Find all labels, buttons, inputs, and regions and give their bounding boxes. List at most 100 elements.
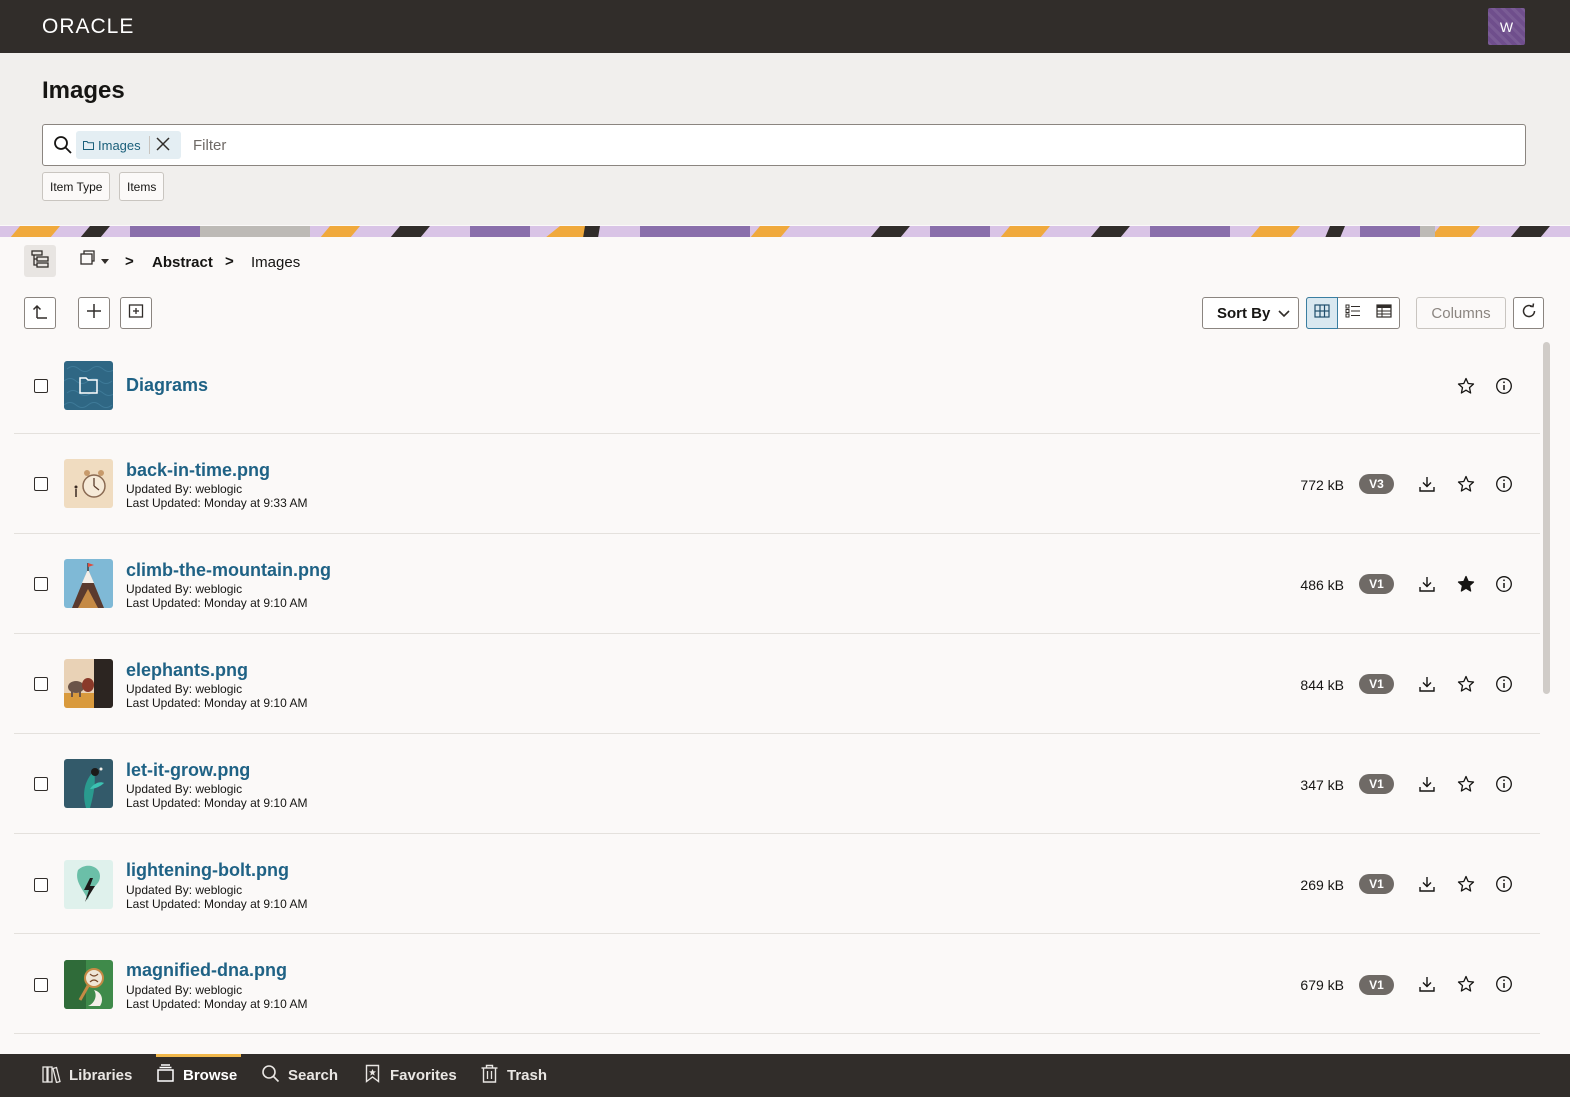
updated-by: Updated By: weblogic [126,482,243,496]
user-avatar[interactable]: W [1488,8,1525,45]
file-size: 269 kB [1300,877,1344,893]
item-name[interactable]: Diagrams [126,375,208,396]
list-item-file[interactable]: let-it-grow.png Updated By: weblogic Las… [14,734,1540,834]
row-checkbox[interactable] [34,379,48,393]
star-icon[interactable] [1454,374,1478,398]
download-icon[interactable] [1415,772,1439,796]
row-checkbox[interactable] [34,777,48,791]
facet-item-type[interactable]: Item Type [42,172,111,201]
file-thumbnail [64,659,113,708]
new-folder-button[interactable] [120,297,152,329]
item-name[interactable]: magnified-dna.png [126,960,287,981]
star-icon[interactable] [1454,672,1478,696]
list-item-file[interactable]: climb-the-mountain.png Updated By: weblo… [14,534,1540,634]
item-name[interactable]: climb-the-mountain.png [126,560,331,581]
folder-thumbnail [64,361,113,410]
file-thumbnail [64,559,113,608]
plus-icon [86,303,102,324]
trash-icon [480,1064,499,1087]
star-filled-icon[interactable] [1454,572,1478,596]
oracle-logo[interactable]: ORACLE [42,15,134,39]
info-icon[interactable] [1492,872,1516,896]
list-item-file[interactable]: lightening-bolt.png Updated By: weblogic… [14,834,1540,934]
star-icon[interactable] [1454,972,1478,996]
version-badge[interactable]: V1 [1359,574,1394,594]
last-updated: Last Updated: Monday at 9:10 AM [126,596,308,610]
nav-favorites[interactable]: Favorites [363,1054,457,1097]
nav-browse[interactable]: Browse [156,1054,242,1097]
row-checkbox[interactable] [34,477,48,491]
nav-trash[interactable]: Trash [480,1054,547,1097]
facet-items[interactable]: Items [119,172,165,201]
version-badge[interactable]: V1 [1359,975,1394,995]
version-badge[interactable]: V1 [1359,774,1394,794]
download-icon[interactable] [1415,872,1439,896]
list-view-button[interactable] [1338,298,1369,328]
row-checkbox[interactable] [34,577,48,591]
file-thumbnail [64,960,113,1009]
list-item-file[interactable]: back-in-time.png Updated By: weblogic La… [14,434,1540,534]
star-icon[interactable] [1454,872,1478,896]
top-bar: ORACLE W [0,0,1570,53]
go-up-button[interactable] [24,297,56,329]
breadcrumb-root-menu[interactable] [78,249,110,272]
last-updated: Last Updated: Monday at 9:10 AM [126,696,308,710]
breadcrumb-separator: > [225,253,234,270]
info-icon[interactable] [1492,374,1516,398]
refresh-button[interactable] [1513,297,1544,329]
row-checkbox[interactable] [34,978,48,992]
breadcrumb-abstract[interactable]: Abstract [152,254,213,271]
page-title: Images [42,77,125,104]
star-icon[interactable] [1454,472,1478,496]
tree-toggle-button[interactable] [24,245,56,277]
item-name[interactable]: lightening-bolt.png [126,860,289,881]
tree-view-icon [31,249,49,273]
info-icon[interactable] [1492,672,1516,696]
item-name[interactable]: back-in-time.png [126,460,270,481]
list-view-icon [1345,304,1361,323]
item-name[interactable]: elephants.png [126,660,248,681]
row-checkbox[interactable] [34,677,48,691]
download-icon[interactable] [1415,672,1439,696]
download-icon[interactable] [1415,472,1439,496]
grid-view-button[interactable] [1306,297,1338,329]
filter-chip-images[interactable]: Images [76,131,181,159]
chevron-down-icon [1278,305,1290,322]
info-icon[interactable] [1492,472,1516,496]
bookmark-icon [363,1064,382,1087]
last-updated: Last Updated: Monday at 9:10 AM [126,997,308,1011]
scrollbar[interactable] [1543,342,1550,694]
list-item-file[interactable]: magnified-dna.png Updated By: weblogic L… [14,934,1540,1034]
filter-input[interactable] [193,131,1513,159]
close-icon[interactable] [155,136,171,155]
info-icon[interactable] [1492,772,1516,796]
download-icon[interactable] [1415,972,1439,996]
last-updated: Last Updated: Monday at 9:10 AM [126,897,308,911]
version-badge[interactable]: V1 [1359,674,1394,694]
star-icon[interactable] [1454,772,1478,796]
version-badge[interactable]: V3 [1359,474,1394,494]
download-icon[interactable] [1415,572,1439,596]
nav-label: Trash [507,1067,548,1084]
item-name[interactable]: let-it-grow.png [126,760,250,781]
add-button[interactable] [78,297,110,329]
nav-libraries[interactable]: Libraries [42,1054,132,1097]
nav-search[interactable]: Search [261,1054,338,1097]
grid-view-icon [1314,303,1330,323]
breadcrumb-separator: > [125,253,134,270]
list-item-folder[interactable]: Diagrams [14,340,1540,434]
file-size: 486 kB [1300,577,1344,593]
file-size: 772 kB [1300,477,1344,493]
version-badge[interactable]: V1 [1359,874,1394,894]
info-icon[interactable] [1492,572,1516,596]
row-checkbox[interactable] [34,878,48,892]
table-view-button[interactable] [1368,298,1399,328]
folder-icon [83,138,94,153]
decorative-banner [0,225,1570,237]
info-icon[interactable] [1492,972,1516,996]
search-box[interactable]: Images [42,124,1526,166]
breadcrumb-current: Images [251,254,301,271]
sort-by-button[interactable]: Sort By [1202,297,1299,329]
columns-button[interactable]: Columns [1416,297,1506,329]
list-item-file[interactable]: elephants.png Updated By: weblogic Last … [14,634,1540,734]
